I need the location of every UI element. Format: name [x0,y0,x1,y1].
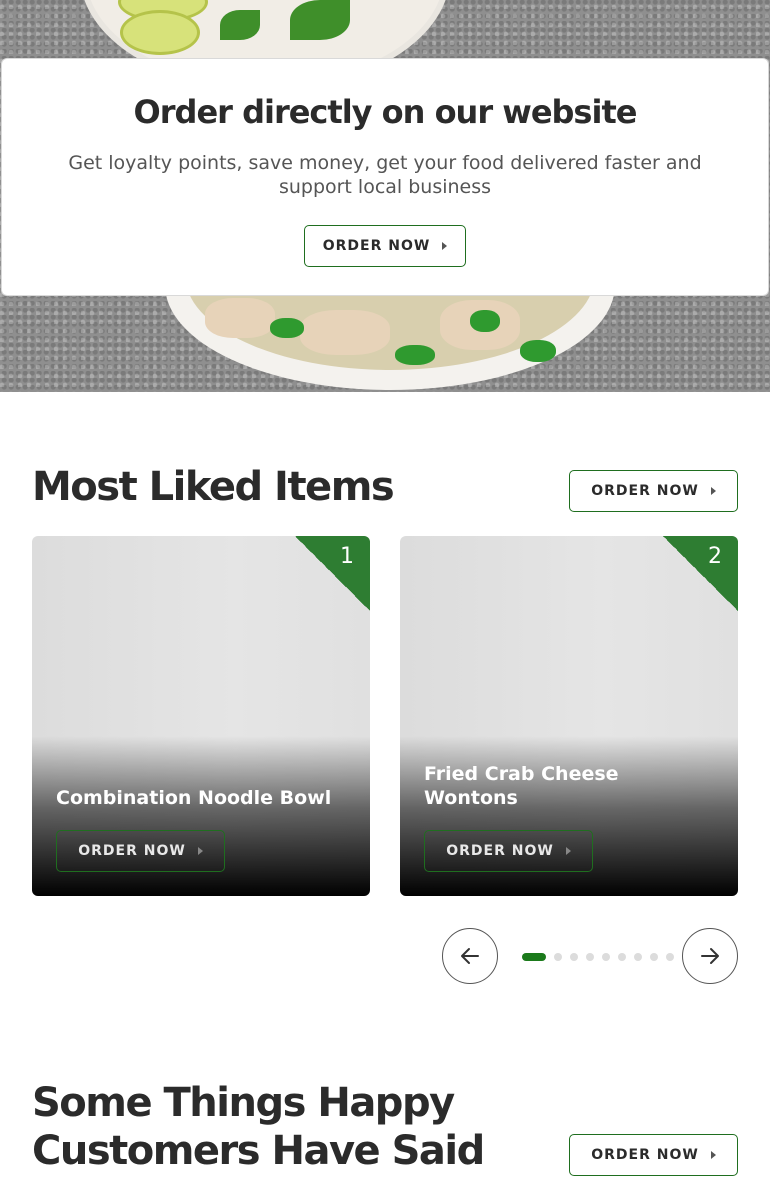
carousel-dot[interactable] [602,953,610,961]
carousel-pagination [522,953,674,961]
menu-item-name: Fried Crab Cheese Wontons [424,763,619,809]
caret-right-icon [710,487,716,495]
testimonials-title-line: Customers Have Said [32,1128,485,1174]
testimonials-order-now-button[interactable]: ORDER NOW [569,1134,738,1176]
chicken-piece [205,298,275,338]
arrow-right-icon [701,948,719,964]
order-direct-title: Order directly on our website [133,93,638,131]
menu-item-card[interactable]: 1 Combination Noodle Bowl ORDER NOW [32,536,370,896]
item-order-now-button[interactable]: ORDER NOW [424,830,593,872]
carousel-dot[interactable] [618,953,626,961]
carousel-dot[interactable] [666,953,674,961]
carousel-dot[interactable] [522,953,546,961]
most-liked-order-now-button[interactable]: ORDER NOW [569,470,738,512]
order-now-label: ORDER NOW [322,238,431,254]
carousel-dot[interactable] [570,953,578,961]
carousel-prev-button[interactable] [442,928,498,984]
order-now-label: ORDER NOW [446,843,554,859]
carousel-dot[interactable] [586,953,594,961]
caret-right-icon [565,847,571,855]
card-gradient-overlay [400,736,738,896]
carousel-dot[interactable] [634,953,642,961]
order-direct-card: Order directly on our website Get loyalt… [1,58,769,296]
testimonials-title-line: Some Things Happy [32,1080,455,1126]
scallion-piece [395,345,435,365]
rank-flag [295,536,370,611]
testimonials-title: Some Things Happy Customers Have Said [32,1079,485,1175]
rank-flag [663,536,738,611]
carousel-next-button[interactable] [682,928,738,984]
carousel-dot[interactable] [554,953,562,961]
scallion-piece [470,310,500,332]
herb-garnish [220,10,260,40]
scallion-piece [270,318,304,338]
herb-garnish [290,0,350,40]
lime-slice [120,10,200,55]
caret-right-icon [442,242,448,250]
arrow-left-icon [461,948,479,964]
caret-right-icon [710,1151,716,1159]
menu-item-card[interactable]: 2 Fried Crab Cheese Wontons ORDER NOW [400,536,738,896]
menu-item-name: Combination Noodle Bowl [56,787,332,809]
order-now-label: ORDER NOW [78,843,186,859]
carousel-dot[interactable] [650,953,658,961]
rank-number: 1 [340,544,354,569]
order-now-label: ORDER NOW [591,1147,699,1163]
order-now-label: ORDER NOW [591,483,699,499]
card-gradient-overlay [32,736,370,896]
chicken-piece [300,310,390,355]
order-direct-subtitle: Get loyalty points, save money, get your… [68,152,702,198]
scallion-piece [520,340,556,362]
item-order-now-button[interactable]: ORDER NOW [56,830,225,872]
most-liked-title: Most Liked Items [32,464,395,510]
order-now-button[interactable]: ORDER NOW [304,225,466,267]
caret-right-icon [197,847,203,855]
rank-number: 2 [708,544,722,569]
